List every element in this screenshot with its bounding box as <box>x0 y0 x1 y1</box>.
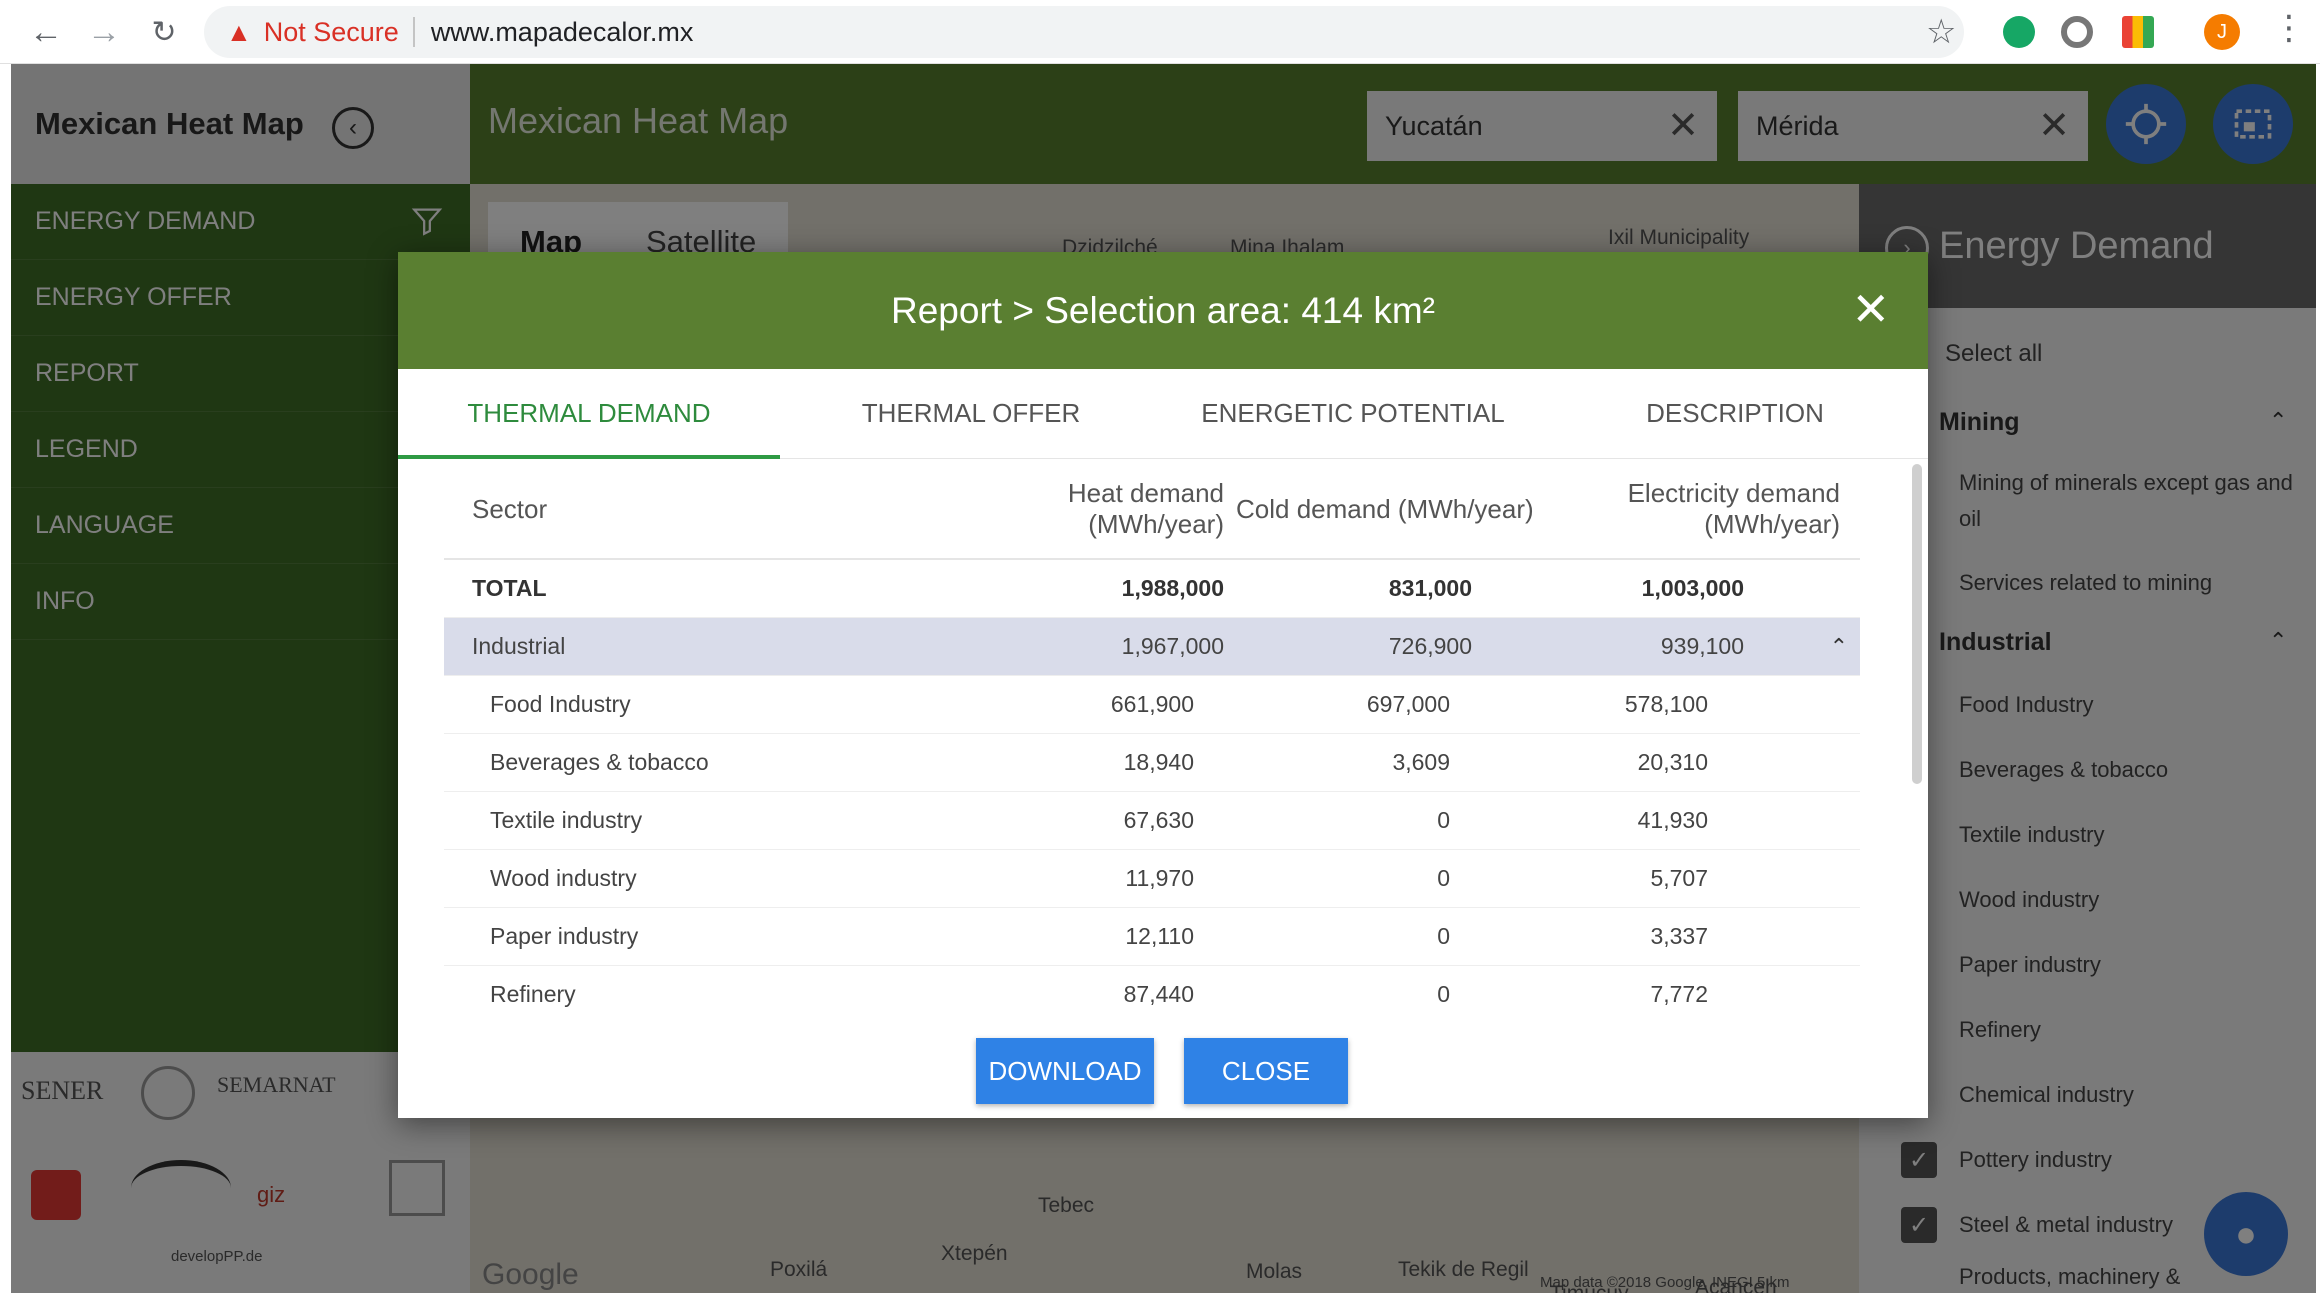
address-bar[interactable]: ▲ Not Secure www.mapadecalor.mx <box>204 6 1964 58</box>
cell-cold: 3,609 <box>1392 749 1450 775</box>
cell-elec: 3,337 <box>1650 923 1708 949</box>
cell-elec: 7,772 <box>1650 981 1708 1007</box>
cell-elec: 578,100 <box>1624 691 1708 717</box>
column-heat-demand: Heat demand (MWh/year) <box>1004 478 1224 540</box>
cell-heat: 18,940 <box>1123 749 1194 775</box>
cell-sector: Wood industry <box>490 865 637 891</box>
cell-cold: 726,900 <box>1388 633 1472 659</box>
chevron-up-icon[interactable]: ⌃ <box>1830 634 1848 660</box>
column-heat-line2: (MWh/year) <box>1088 509 1224 539</box>
report-tabs: THERMAL DEMAND THERMAL OFFER ENERGETIC P… <box>398 369 1928 459</box>
column-elec-line2: (MWh/year) <box>1704 509 1840 539</box>
color-extension-icon[interactable] <box>2122 16 2154 48</box>
cell-heat: 11,970 <box>1125 865 1194 891</box>
table-header: Sector Heat demand (MWh/year) Cold deman… <box>444 460 1860 560</box>
table-scrollbar[interactable] <box>1912 464 1922 784</box>
cell-elec: 939,100 <box>1660 633 1744 659</box>
column-elec-line1: Electricity demand <box>1627 478 1840 508</box>
table-row-total: TOTAL 1,988,000 831,000 1,003,000 <box>444 560 1860 618</box>
bookmark-star-icon[interactable]: ☆ <box>1926 12 1956 52</box>
cell-cold: 697,000 <box>1366 691 1450 717</box>
tab-energetic-potential[interactable]: ENERGETIC POTENTIAL <box>1162 369 1544 458</box>
column-electricity-demand: Electricity demand (MWh/year) <box>1534 478 1840 540</box>
cell-elec: 5,707 <box>1650 865 1708 891</box>
cell-cold: 0 <box>1437 807 1450 833</box>
cell-cold: 0 <box>1437 923 1450 949</box>
cell-sector: Refinery <box>490 981 576 1007</box>
column-cold-demand: Cold demand (MWh/year) <box>1236 493 1534 524</box>
reload-icon[interactable]: ↻ <box>142 10 186 54</box>
cell-heat: 12,110 <box>1125 923 1194 949</box>
cell-heat: 67,630 <box>1123 807 1194 833</box>
table-row: Paper industry 12,110 0 3,337 <box>444 908 1860 966</box>
cell-elec: 41,930 <box>1637 807 1708 833</box>
cell-heat: 1,967,000 <box>1121 633 1224 659</box>
column-sector: Sector <box>472 493 548 524</box>
cell-sector: TOTAL <box>472 575 547 601</box>
download-button[interactable]: DOWNLOAD <box>976 1038 1154 1104</box>
tab-thermal-demand[interactable]: THERMAL DEMAND <box>398 369 780 459</box>
cell-elec: 20,310 <box>1637 749 1708 775</box>
cell-sector: Industrial <box>472 633 566 659</box>
dialog-title: Report > Selection area: 414 km² <box>891 289 1435 331</box>
tab-description[interactable]: DESCRIPTION <box>1544 369 1926 458</box>
security-label: Not Secure <box>263 16 399 47</box>
table-row: Beverages & tobacco 18,940 3,609 20,310 <box>444 734 1860 792</box>
warning-icon: ▲ <box>226 16 252 47</box>
cell-sector: Food Industry <box>490 691 631 717</box>
divider <box>412 17 415 47</box>
close-button[interactable]: CLOSE <box>1184 1038 1348 1104</box>
table-row: Wood industry 11,970 0 5,707 <box>444 850 1860 908</box>
cell-elec: 1,003,000 <box>1641 575 1744 601</box>
dialog-header: Report > Selection area: 414 km² ✕ <box>398 252 1928 369</box>
cell-heat: 87,440 <box>1123 981 1194 1007</box>
cell-sector: Textile industry <box>490 807 643 833</box>
forward-icon[interactable]: → <box>82 10 126 54</box>
table-row: Refinery 87,440 0 7,772 <box>444 966 1860 1020</box>
profile-avatar[interactable]: J <box>2204 14 2240 50</box>
cell-cold: 0 <box>1437 865 1450 891</box>
cell-cold: 0 <box>1437 981 1450 1007</box>
extension-icon[interactable] <box>2061 16 2093 48</box>
cell-heat: 1,988,000 <box>1121 575 1224 601</box>
report-dialog: Report > Selection area: 414 km² ✕ THERM… <box>398 252 1928 1118</box>
cell-sector: Beverages & tobacco <box>490 749 709 775</box>
tab-thermal-offer[interactable]: THERMAL OFFER <box>780 369 1162 458</box>
cell-cold: 831,000 <box>1388 575 1472 601</box>
url-text: www.mapadecalor.mx <box>430 16 694 47</box>
back-icon[interactable]: ← <box>24 10 68 54</box>
cell-heat: 661,900 <box>1110 691 1194 717</box>
cell-sector: Paper industry <box>490 923 639 949</box>
column-heat-line1: Heat demand <box>1067 478 1224 508</box>
browser-toolbar: ← → ↻ ▲ Not Secure www.mapadecalor.mx ☆ … <box>0 0 2320 64</box>
close-icon[interactable]: ✕ <box>1851 286 1890 332</box>
table-row-group-industrial[interactable]: Industrial 1,967,000 726,900 939,100 ⌃ <box>444 618 1860 676</box>
table-row: Textile industry 67,630 0 41,930 <box>444 792 1860 850</box>
grammarly-extension-icon[interactable] <box>2003 16 2035 48</box>
browser-menu-icon[interactable]: ⋮ <box>2272 8 2306 48</box>
report-table: Sector Heat demand (MWh/year) Cold deman… <box>444 460 1860 1020</box>
table-row: Food Industry 661,900 697,000 578,100 <box>444 676 1860 734</box>
